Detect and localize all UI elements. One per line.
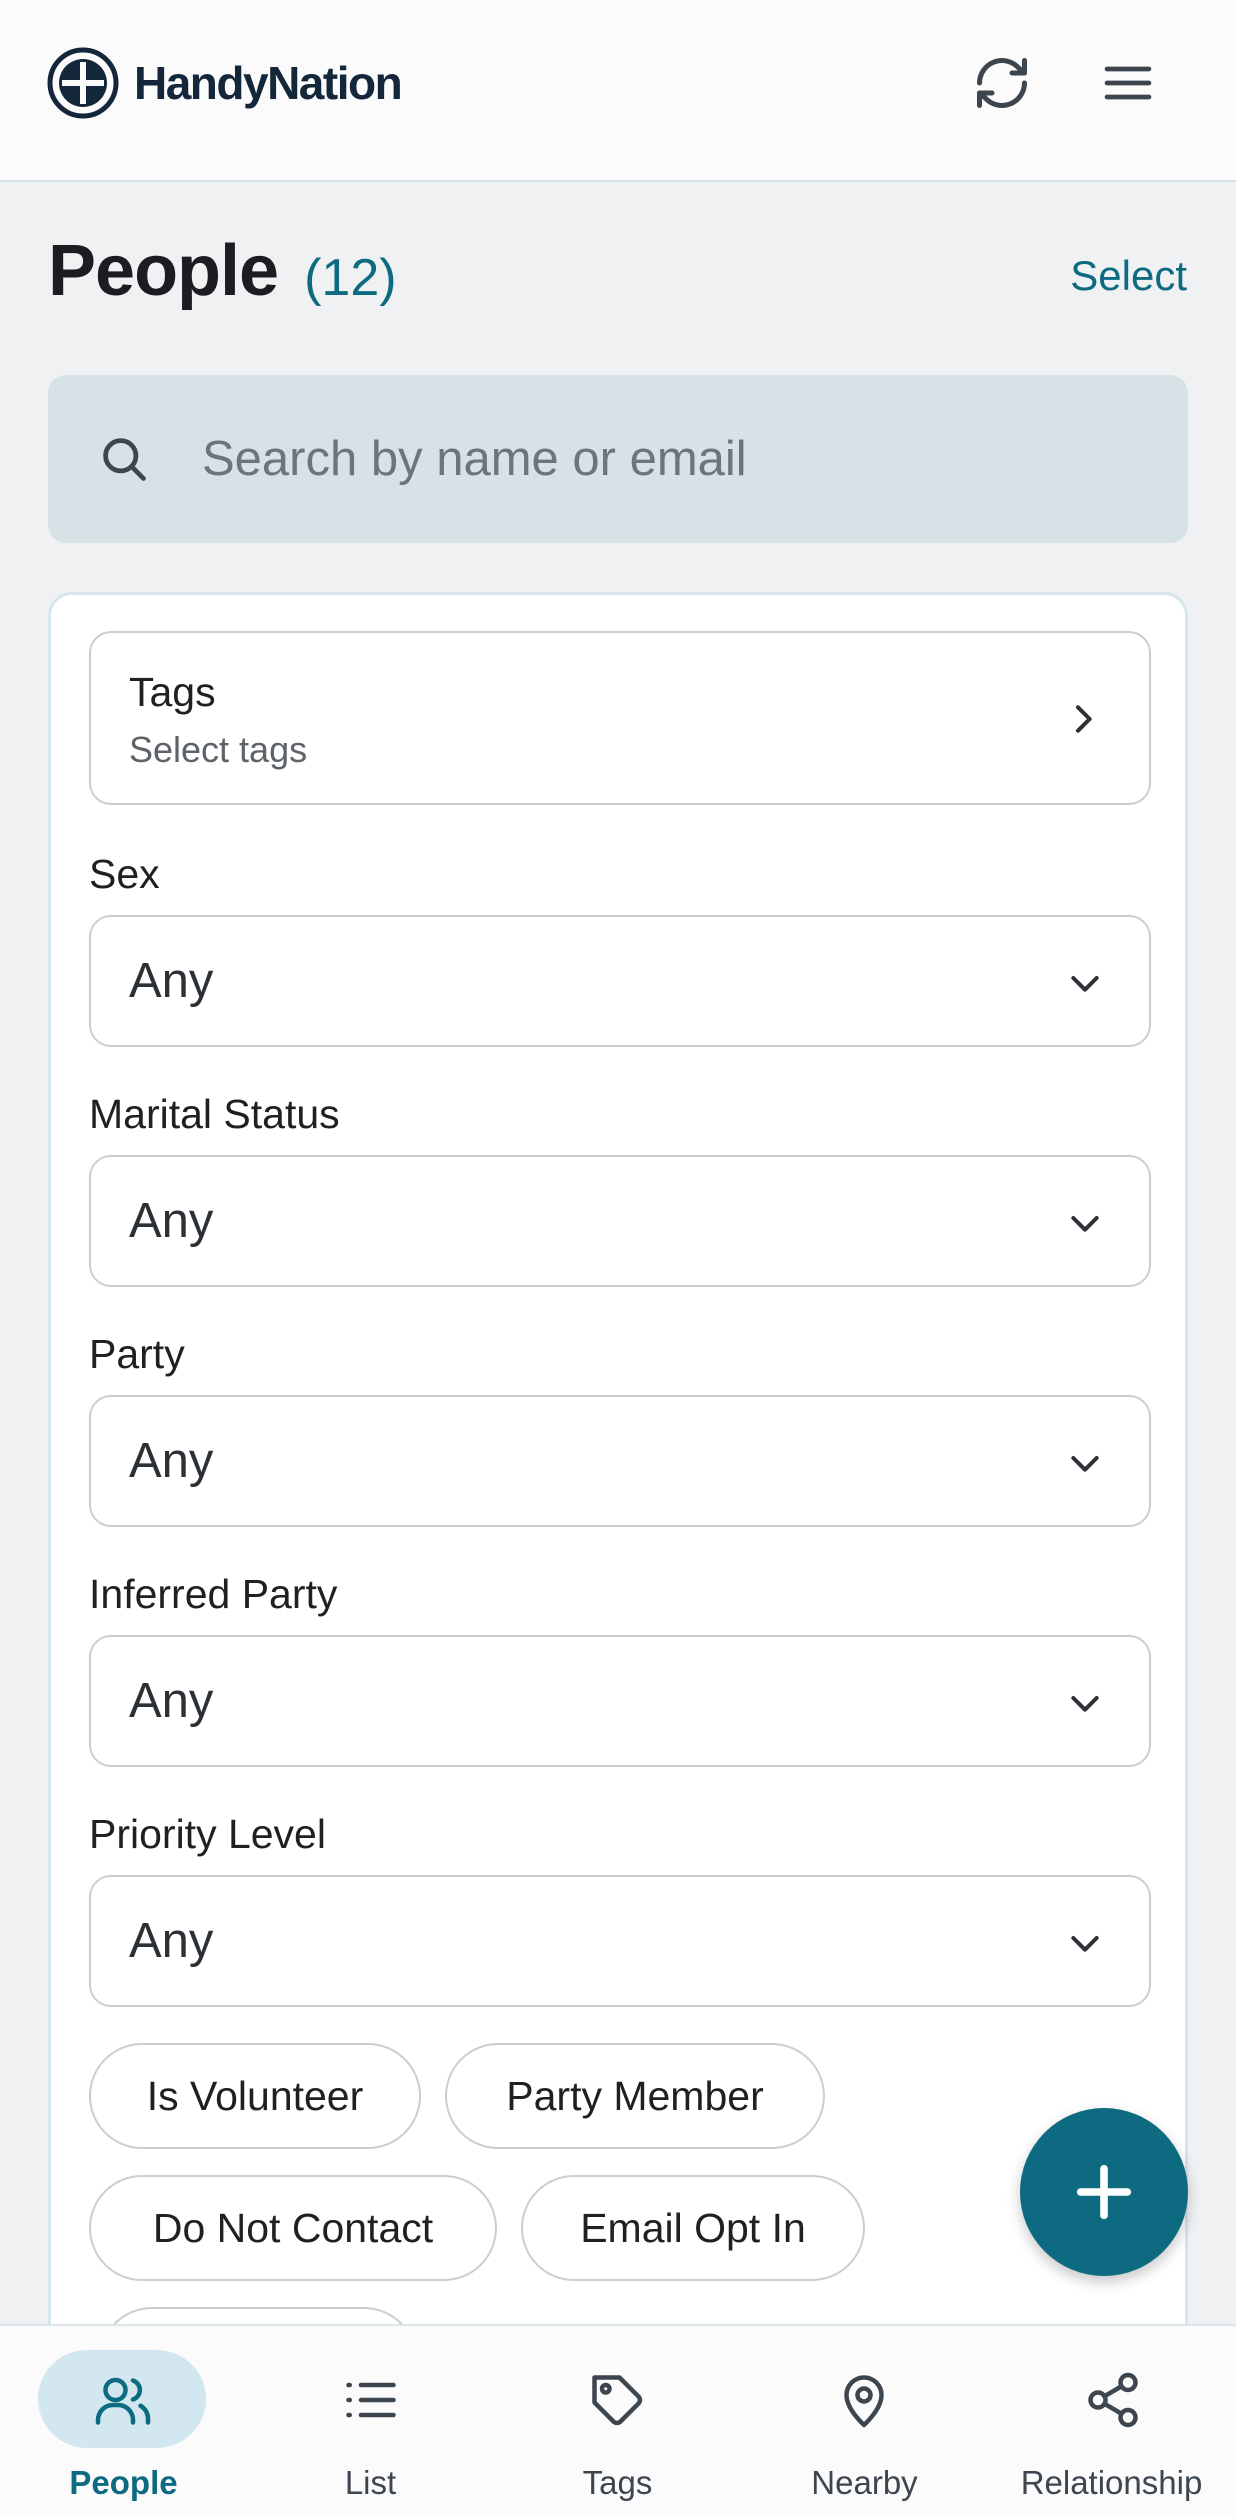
refresh-icon [977, 58, 1027, 108]
menu-button[interactable] [1092, 47, 1164, 119]
marital-status-select[interactable]: Any [89, 1155, 1151, 1287]
sex-select[interactable]: Any [89, 915, 1151, 1047]
chip-is-volunteer[interactable]: Is Volunteer [89, 2043, 421, 2149]
tags-filter-subtitle: Select tags [129, 729, 308, 770]
marital-status-label: Marital Status [89, 1091, 340, 1137]
nav-item-people[interactable]: People [0, 2326, 247, 2517]
people-icon [95, 2377, 151, 2425]
marital-status-select-value: Any [129, 1194, 214, 1248]
sex-label: Sex [89, 851, 160, 897]
inferred-party-select[interactable]: Any [89, 1635, 1151, 1767]
page-title: People [48, 231, 279, 311]
add-person-button[interactable] [1020, 2108, 1188, 2276]
brand-logo[interactable]: HandyNation [46, 46, 403, 120]
nav-item-relationship[interactable]: Relationship [988, 2326, 1235, 2517]
party-label: Party [89, 1331, 185, 1377]
priority-level-select[interactable]: Any [89, 1875, 1151, 2007]
chip-email-opt-in[interactable]: Email Opt In [521, 2175, 865, 2281]
nav-label-relationship: Relationship [1020, 2464, 1203, 2501]
chevron-down-icon [1071, 1936, 1099, 1952]
app-header: HandyNation [0, 0, 1236, 182]
filter-panel: Tags Select tags Sex Any Marital Status … [48, 592, 1188, 2352]
tag-icon [592, 2375, 643, 2426]
nav-item-tags[interactable]: Tags [494, 2326, 741, 2517]
plus-icon [1076, 2164, 1132, 2220]
share-nodes-icon [1088, 2372, 1138, 2428]
sex-select-value: Any [129, 954, 214, 1008]
page-title-row: People (12) [48, 230, 397, 312]
chevron-down-icon [1071, 1456, 1099, 1472]
nav-item-list[interactable]: List [247, 2326, 494, 2517]
search-input[interactable] [202, 419, 1102, 499]
inferred-party-label: Inferred Party [89, 1571, 338, 1617]
search-icon [103, 438, 146, 481]
select-button[interactable]: Select [1070, 252, 1187, 300]
refresh-button[interactable] [966, 47, 1038, 119]
search-bar[interactable] [48, 375, 1188, 543]
chip-do-not-contact[interactable]: Do Not Contact [89, 2175, 497, 2281]
map-pin-icon [844, 2375, 884, 2428]
brand-name: HandyNation [134, 57, 403, 109]
chevron-right-icon [1076, 705, 1092, 733]
party-select-value: Any [129, 1434, 214, 1488]
chevron-down-icon [1071, 1696, 1099, 1712]
nav-label-people: People [69, 2464, 178, 2501]
nav-label-nearby: Nearby [811, 2464, 918, 2501]
tags-filter-title: Tags [129, 669, 216, 715]
inferred-party-select-value: Any [129, 1674, 214, 1728]
nav-label-tags: Tags [582, 2464, 653, 2501]
bottom-nav: People List Tags Nearby Relationship [0, 2324, 1236, 2517]
priority-level-label: Priority Level [89, 1811, 326, 1857]
handynation-logo-icon [47, 47, 119, 119]
chevron-down-icon [1071, 976, 1099, 992]
chip-party-member[interactable]: Party Member [445, 2043, 825, 2149]
people-count: (12) [304, 249, 397, 307]
list-icon [346, 2382, 396, 2418]
hamburger-menu-icon [1104, 66, 1152, 100]
chevron-down-icon [1071, 1216, 1099, 1232]
priority-level-select-value: Any [129, 1914, 214, 1968]
nav-item-nearby[interactable]: Nearby [741, 2326, 988, 2517]
nav-label-list: List [344, 2464, 397, 2501]
tags-filter[interactable]: Tags Select tags [89, 631, 1151, 805]
party-select[interactable]: Any [89, 1395, 1151, 1527]
